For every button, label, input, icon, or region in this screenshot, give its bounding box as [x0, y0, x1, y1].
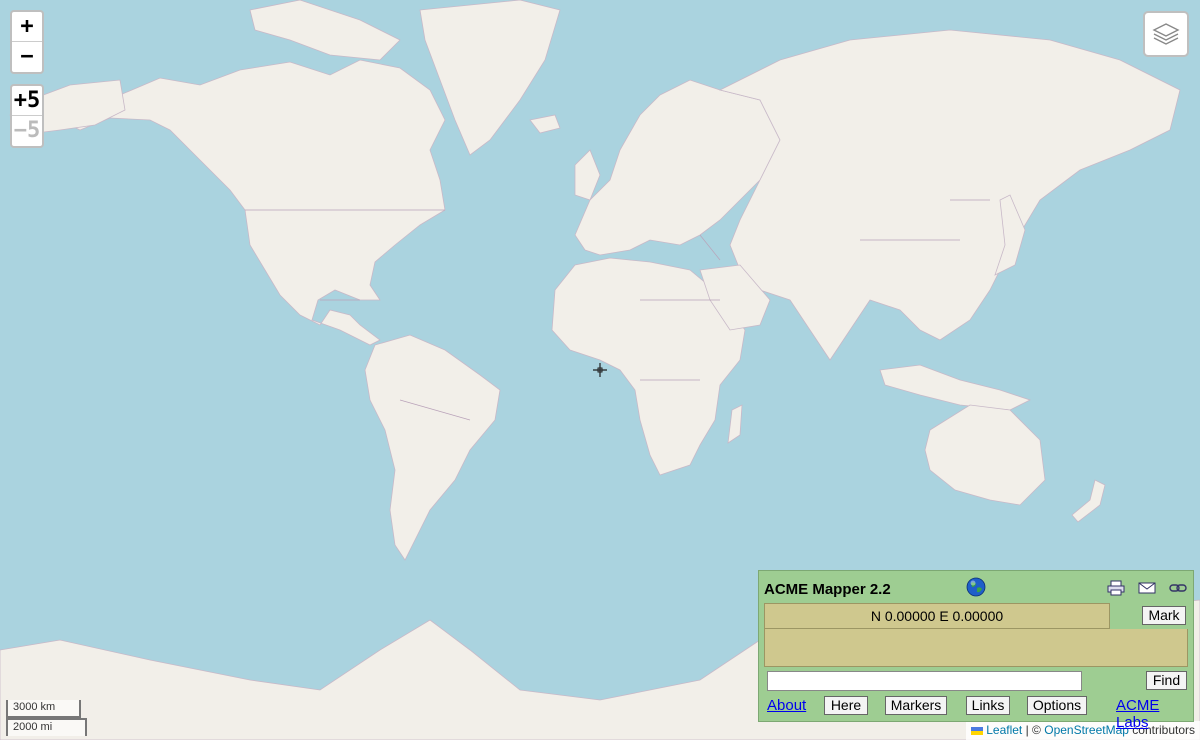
find-button[interactable]: Find — [1146, 671, 1187, 690]
landmass-iceland — [529, 114, 561, 134]
scale-imperial: 2000 mi — [6, 718, 87, 736]
markers-button[interactable]: Markers — [885, 696, 947, 715]
scale-metric: 3000 km — [6, 700, 81, 718]
result-box — [764, 629, 1188, 667]
landmass-british-isles — [574, 149, 601, 201]
zoom-in-button[interactable]: + — [12, 12, 42, 42]
landmass-new-zealand — [1071, 479, 1106, 523]
zoom-out-5-button[interactable]: −5 — [12, 116, 42, 146]
acme-panel: ACME Mapper 2.2 N 0.00000 E 0.00000 Mark… — [758, 570, 1194, 731]
landmass-south-america — [364, 334, 501, 561]
link-icon[interactable] — [1169, 580, 1187, 596]
print-icon[interactable] — [1107, 580, 1125, 596]
attribution-separator: | © — [1025, 723, 1041, 737]
ukraine-flag-icon — [971, 726, 984, 735]
zoom-out-button[interactable]: − — [12, 42, 42, 72]
landmass-madagascar — [727, 404, 743, 444]
scale-bar: 3000 km 2000 mi — [6, 700, 87, 736]
globe-icon[interactable] — [966, 577, 986, 597]
here-button[interactable]: Here — [824, 696, 868, 715]
acme-labs-link[interactable]: ACME Labs — [1116, 697, 1193, 731]
landmass-indonesia — [879, 364, 1032, 411]
mark-button[interactable]: Mark — [1142, 606, 1186, 625]
panel-title: ACME Mapper 2.2 — [764, 581, 891, 598]
layers-button[interactable] — [1143, 11, 1189, 57]
layers-icon — [1152, 23, 1180, 45]
landmass-australia — [924, 404, 1046, 506]
coordinates-display: N 0.00000 E 0.00000 — [764, 603, 1110, 629]
landmass-arctic-islands — [249, 0, 401, 61]
links-button[interactable]: Links — [966, 696, 1010, 715]
zoom5-control: +5 −5 — [10, 84, 44, 148]
landmass-asia — [718, 29, 1181, 361]
zoom-in-5-button[interactable]: +5 — [12, 86, 42, 116]
zoom-control: + − — [10, 10, 44, 74]
about-link[interactable]: About — [767, 697, 806, 714]
leaflet-link[interactable]: Leaflet — [986, 723, 1022, 737]
search-input[interactable] — [767, 671, 1082, 691]
email-icon[interactable] — [1138, 580, 1156, 596]
crosshair-icon — [593, 363, 607, 377]
options-button[interactable]: Options — [1027, 696, 1087, 715]
